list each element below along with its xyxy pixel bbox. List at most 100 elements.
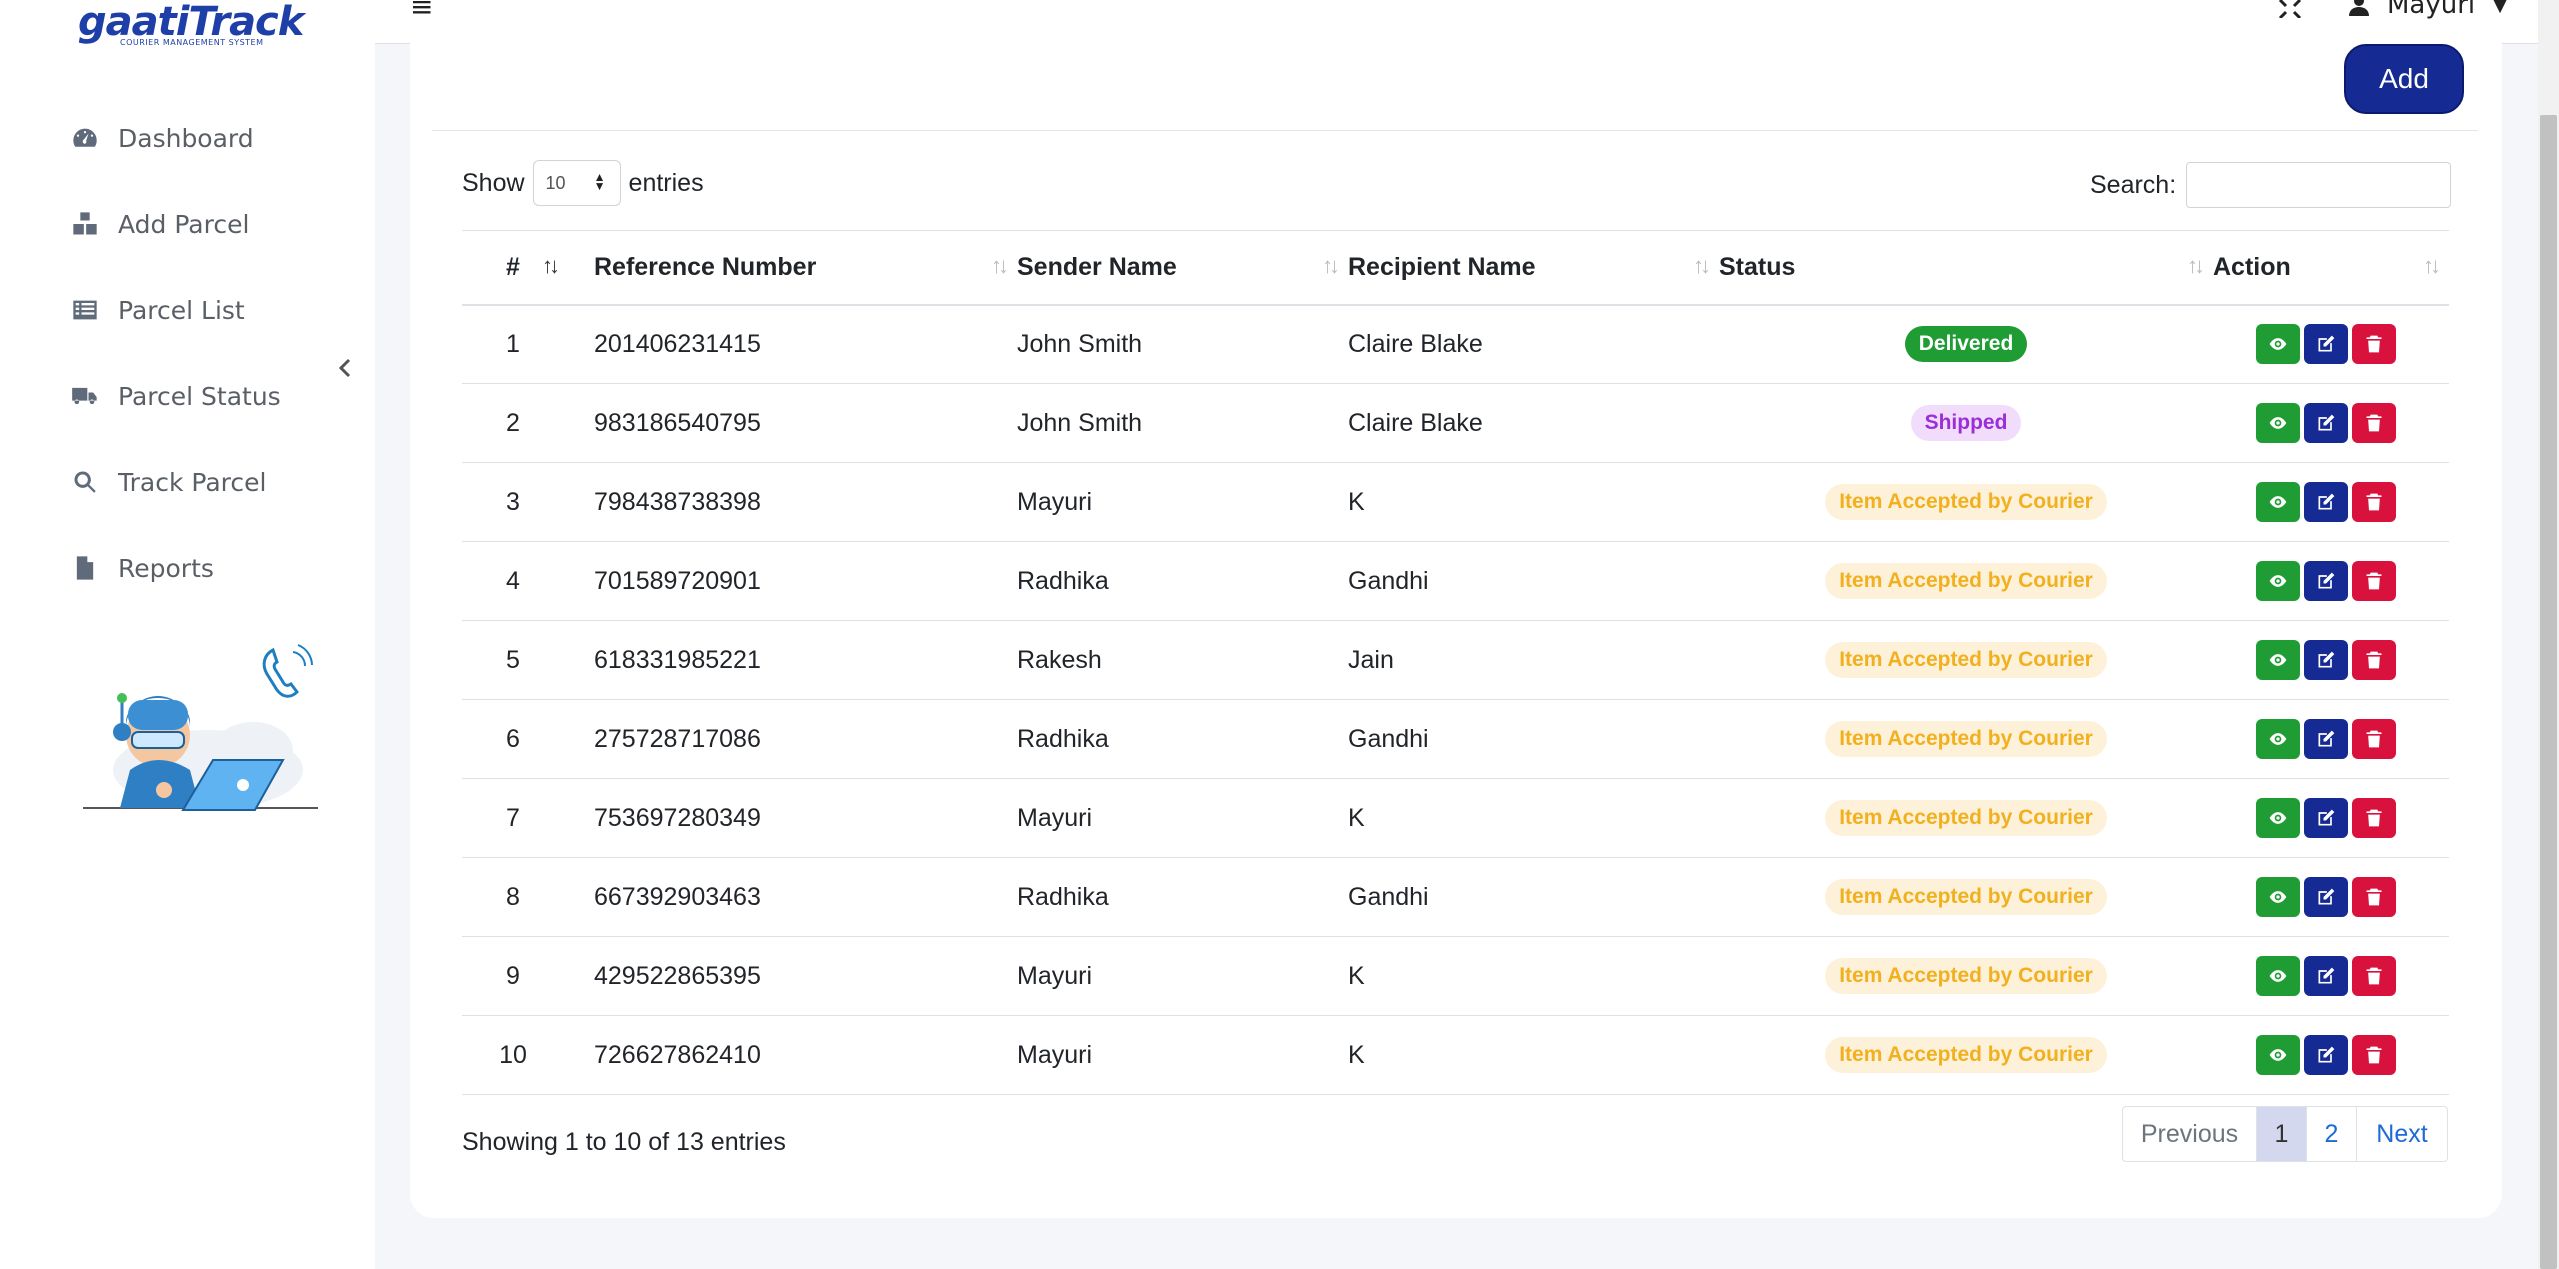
edit-button[interactable] bbox=[2304, 877, 2348, 917]
row-number: 5 bbox=[462, 620, 594, 700]
entries-label: entries bbox=[628, 168, 704, 197]
delete-button[interactable] bbox=[2352, 324, 2396, 365]
action-cell bbox=[2213, 778, 2449, 858]
edit-icon bbox=[2316, 650, 2336, 670]
delete-button[interactable] bbox=[2352, 403, 2396, 443]
recipient-name-cell: Gandhi bbox=[1348, 857, 1719, 937]
sidebar-item-label: Reports bbox=[118, 553, 214, 583]
delete-button[interactable] bbox=[2352, 956, 2396, 996]
table-row: 7 753697280349 Mayuri K Item Accepted by Cou… bbox=[462, 778, 2449, 858]
row-number: 1 bbox=[462, 304, 594, 384]
sidebar-item-label: Add Parcel bbox=[118, 209, 250, 239]
edit-button[interactable] bbox=[2304, 719, 2348, 759]
view-button[interactable] bbox=[2256, 956, 2300, 996]
recipient-name-cell: Gandhi bbox=[1348, 541, 1719, 621]
column-header-recipient[interactable]: Recipient Name ↑↓ bbox=[1348, 230, 1719, 306]
pagination-page-1[interactable]: 1 bbox=[2257, 1107, 2307, 1161]
header-label: Recipient Name bbox=[1348, 252, 1536, 281]
boxes-icon bbox=[70, 209, 100, 239]
delete-button[interactable] bbox=[2352, 877, 2396, 917]
delete-button[interactable] bbox=[2352, 640, 2396, 680]
table-row: 8 667392903463 Radhika Gandhi Item Accepted … bbox=[462, 857, 2449, 937]
add-parcel-button[interactable]: Add bbox=[2344, 44, 2464, 114]
view-button[interactable] bbox=[2256, 640, 2300, 680]
sidebar-item-track-parcel[interactable]: Track Parcel bbox=[0, 439, 375, 525]
edit-button[interactable] bbox=[2304, 1035, 2348, 1075]
edit-button[interactable] bbox=[2304, 640, 2348, 680]
eye-icon bbox=[2268, 492, 2288, 512]
hamburger-menu-icon[interactable]: ≡ bbox=[410, 0, 433, 21]
sidebar: gaatiTrack COURIER MANAGEMENT SYSTEM Das… bbox=[0, 0, 375, 1269]
user-menu[interactable]: Mayuri ▼ bbox=[2347, 0, 2507, 20]
trash-icon bbox=[2364, 492, 2384, 512]
delete-button[interactable] bbox=[2352, 482, 2396, 522]
entries-per-page-select[interactable]: 10 ▲ ▼ bbox=[532, 160, 621, 206]
header-label: Sender Name bbox=[1017, 252, 1177, 281]
trash-icon bbox=[2364, 966, 2384, 986]
status-badge: Item Accepted by Courier bbox=[1825, 642, 2107, 678]
recipient-name-cell: Claire Blake bbox=[1348, 383, 1719, 463]
edit-button[interactable] bbox=[2304, 798, 2348, 838]
sort-icon: ↑↓ bbox=[2423, 253, 2441, 278]
view-button[interactable] bbox=[2256, 403, 2300, 443]
sender-name-cell: John Smith bbox=[1017, 383, 1348, 463]
column-header-reference[interactable]: Reference Number ↑↓ bbox=[594, 230, 1017, 306]
action-cell bbox=[2213, 304, 2449, 384]
page-scrollbar[interactable] bbox=[2538, 0, 2559, 1269]
reference-number-cell: 983186540795 bbox=[594, 383, 1017, 463]
pagination: Previous 1 2 Next bbox=[2122, 1106, 2448, 1162]
status-cell: Item Accepted by Courier bbox=[1719, 778, 2213, 858]
table-row: 4 701589720901 Radhika Gandhi Item Accepted … bbox=[462, 541, 2449, 621]
view-button[interactable] bbox=[2256, 482, 2300, 522]
sender-name-cell: Radhika bbox=[1017, 857, 1348, 937]
delete-button[interactable] bbox=[2352, 719, 2396, 759]
sidebar-item-reports[interactable]: Reports bbox=[0, 525, 375, 611]
table-body: 1 201406231415 John Smith Claire Blake Deliv… bbox=[462, 304, 2449, 1095]
column-header-number[interactable]: # ↑↓ bbox=[462, 230, 594, 306]
row-number: 3 bbox=[462, 462, 594, 542]
pagination-page-2[interactable]: 2 bbox=[2307, 1107, 2357, 1161]
select-updown-icon: ▲ ▼ bbox=[593, 170, 606, 193]
column-header-action[interactable]: Action ↑↓ bbox=[2213, 230, 2449, 306]
sidebar-collapse-chevron-icon[interactable] bbox=[335, 353, 355, 383]
table-row: 3 798438738398 Mayuri K Item Accepted by Cou… bbox=[462, 462, 2449, 542]
sidebar-item-dashboard[interactable]: Dashboard bbox=[0, 95, 375, 181]
edit-button[interactable] bbox=[2304, 561, 2348, 601]
reference-number-cell: 798438738398 bbox=[594, 462, 1017, 542]
pagination-next[interactable]: Next bbox=[2357, 1107, 2447, 1161]
list-icon bbox=[70, 295, 100, 325]
eye-icon bbox=[2268, 887, 2288, 907]
view-button[interactable] bbox=[2256, 877, 2300, 917]
sidebar-item-label: Parcel Status bbox=[118, 381, 281, 411]
search-input[interactable] bbox=[2186, 162, 2452, 208]
view-button[interactable] bbox=[2256, 324, 2300, 365]
sender-name-cell: Mayuri bbox=[1017, 462, 1348, 542]
scrollbar-thumb[interactable] bbox=[2540, 115, 2557, 1269]
delete-button[interactable] bbox=[2352, 1035, 2396, 1075]
column-header-status[interactable]: Status ↑↓ bbox=[1719, 230, 2213, 306]
view-button[interactable] bbox=[2256, 1035, 2300, 1075]
view-button[interactable] bbox=[2256, 561, 2300, 601]
view-button[interactable] bbox=[2256, 719, 2300, 759]
delete-button[interactable] bbox=[2352, 561, 2396, 601]
user-icon bbox=[2349, 0, 2369, 16]
edit-button[interactable] bbox=[2304, 324, 2348, 365]
edit-button[interactable] bbox=[2304, 482, 2348, 522]
status-cell: Item Accepted by Courier bbox=[1719, 1015, 2213, 1095]
trash-icon bbox=[2364, 887, 2384, 907]
pagination-previous[interactable]: Previous bbox=[2123, 1107, 2257, 1161]
fullscreen-expand-icon[interactable] bbox=[2275, 0, 2305, 20]
brand-logo[interactable]: gaatiTrack COURIER MANAGEMENT SYSTEM bbox=[78, 0, 304, 47]
delete-button[interactable] bbox=[2352, 798, 2396, 838]
column-header-sender[interactable]: Sender Name ↑↓ bbox=[1017, 230, 1348, 306]
sidebar-item-parcel-list[interactable]: Parcel List bbox=[0, 267, 375, 353]
status-badge: Item Accepted by Courier bbox=[1825, 563, 2107, 599]
view-button[interactable] bbox=[2256, 798, 2300, 838]
sender-name-cell: Radhika bbox=[1017, 541, 1348, 621]
table-info: Showing 1 to 10 of 13 entries bbox=[462, 1128, 786, 1156]
edit-icon bbox=[2316, 729, 2336, 749]
sidebar-item-parcel-status[interactable]: Parcel Status bbox=[0, 353, 375, 439]
edit-button[interactable] bbox=[2304, 403, 2348, 443]
sidebar-item-add-parcel[interactable]: Add Parcel bbox=[0, 181, 375, 267]
edit-button[interactable] bbox=[2304, 956, 2348, 996]
